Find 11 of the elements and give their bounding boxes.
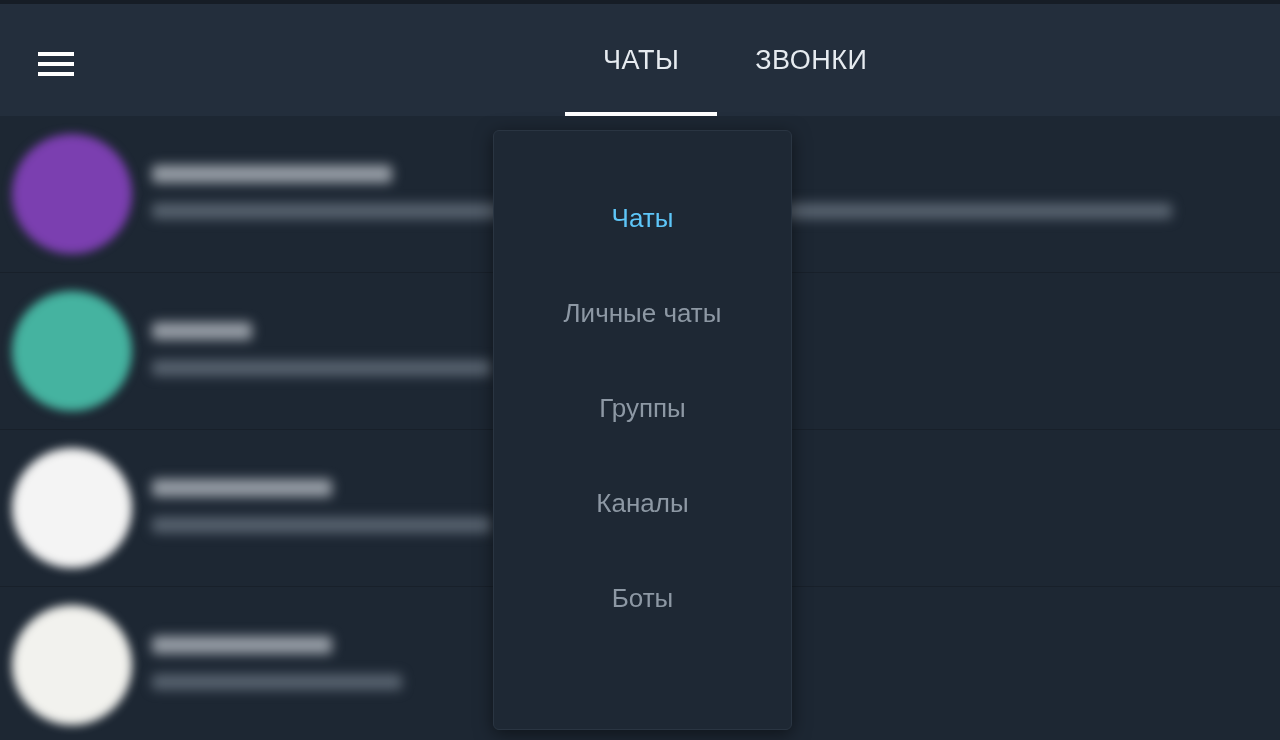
menu-item[interactable]: Группы: [494, 361, 791, 456]
avatar[interactable]: [12, 605, 132, 725]
menu-icon: [38, 52, 74, 77]
tab[interactable]: ЗВОНКИ: [717, 4, 906, 116]
menu-item[interactable]: Каналы: [494, 456, 791, 551]
avatar[interactable]: [12, 448, 132, 568]
tab[interactable]: ЧАТЫ: [565, 4, 718, 116]
avatar[interactable]: [12, 291, 132, 411]
menu-item[interactable]: Боты: [494, 551, 791, 646]
menu-item[interactable]: Чаты: [494, 171, 791, 266]
menu-item[interactable]: Личные чаты: [494, 266, 791, 361]
